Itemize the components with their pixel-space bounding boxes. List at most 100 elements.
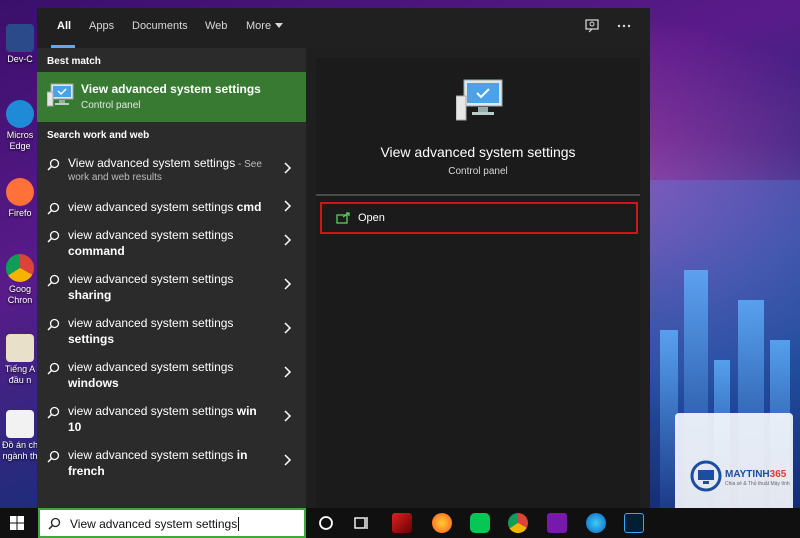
web-result-item[interactable]: view advanced system settings in french <box>37 446 306 490</box>
more-options-icon[interactable] <box>615 18 633 36</box>
tab-all[interactable]: All <box>57 20 71 32</box>
system-settings-icon <box>47 83 74 107</box>
search-icon <box>48 517 61 530</box>
search-tabs: All Apps Documents Web More <box>37 8 650 48</box>
result-bold-text: sharing <box>68 288 112 302</box>
chevron-right-icon <box>284 162 292 174</box>
result-text: view advanced system settings <box>68 316 234 330</box>
web-result-item[interactable]: View advanced system settings - See work… <box>37 154 306 198</box>
result-bold-text: windows <box>68 376 119 390</box>
open-icon <box>336 212 350 224</box>
divider <box>316 194 640 196</box>
tab-apps[interactable]: Apps <box>89 20 114 32</box>
search-value: View advanced system settings <box>70 517 238 531</box>
search-icon <box>47 158 60 171</box>
detail-subtitle: Control panel <box>448 166 508 177</box>
result-text: view advanced system settings <box>68 272 234 286</box>
chevron-down-icon <box>275 23 284 28</box>
result-bold-text: cmd <box>236 200 262 214</box>
search-flyout: All Apps Documents Web More Best match V… <box>37 8 650 508</box>
result-text: view advanced system settings <box>68 360 234 374</box>
chevron-right-icon <box>284 454 292 466</box>
feedback-icon[interactable] <box>583 18 601 36</box>
chevron-right-icon <box>284 278 292 290</box>
best-match-heading: Best match <box>47 56 101 67</box>
taskbar-search-input[interactable]: View advanced system settings <box>38 508 306 538</box>
result-text: view advanced system settings <box>68 228 234 242</box>
photoshop-icon[interactable] <box>624 513 644 533</box>
result-bold-text: win <box>236 404 257 418</box>
onenote-icon[interactable] <box>547 513 567 533</box>
chevron-right-icon <box>284 410 292 422</box>
result-bold-text: in <box>236 448 248 462</box>
chevron-right-icon <box>284 322 292 334</box>
search-icon <box>47 450 60 463</box>
result-bold-text: settings <box>68 332 115 346</box>
watermark-brand-text: MAYTINH <box>725 469 770 480</box>
web-result-item[interactable]: view advanced system settings sharing <box>37 270 306 314</box>
chevron-right-icon <box>284 200 292 212</box>
chevron-right-icon <box>284 366 292 378</box>
open-button[interactable]: Open <box>320 202 638 234</box>
open-label: Open <box>358 212 385 224</box>
windows-start-icon[interactable] <box>10 516 24 530</box>
document-icon <box>6 334 34 362</box>
edge-icon[interactable] <box>586 513 606 533</box>
search-icon <box>47 406 60 419</box>
tab-more[interactable]: More <box>246 20 284 32</box>
web-result-item[interactable]: view advanced system settings win 10 <box>37 402 306 446</box>
tab-documents[interactable]: Documents <box>132 20 188 32</box>
detail-title: View advanced system settings <box>380 144 576 160</box>
watermark-tagline: Chia sẻ & Thủ thuật Máy tính <box>725 481 790 487</box>
pdf-icon <box>6 410 34 438</box>
chrome-icon[interactable] <box>508 513 528 533</box>
chevron-right-icon <box>284 234 292 246</box>
result-text: view advanced system settings <box>68 200 237 214</box>
result-text: View advanced system settings <box>68 156 236 170</box>
result-bold-text: 10 <box>68 420 82 434</box>
watermark-brand-number: 365 <box>769 469 787 480</box>
results-pane: Best match View advanced system settings… <box>37 48 306 508</box>
best-match-subtitle: Control panel <box>81 100 141 111</box>
result-suffix: - See <box>235 159 262 170</box>
result-bold-text: command <box>68 244 125 258</box>
desktop-icon-edge[interactable]: Micros Edge <box>0 100 40 152</box>
task-view-icon[interactable] <box>352 513 372 533</box>
result-bold-text: french <box>68 464 105 478</box>
devc-icon <box>6 24 34 52</box>
chrome-icon <box>6 254 34 282</box>
web-result-item[interactable]: view advanced system settings windows <box>37 358 306 402</box>
search-icon <box>47 318 60 331</box>
best-match-title: View advanced system settings <box>81 82 261 96</box>
desktop-icon-chrome[interactable]: Goog Chron <box>0 254 40 306</box>
search-icon <box>47 202 60 215</box>
firefox-icon <box>6 178 34 206</box>
watermark-brand: MAYTINH365 <box>725 469 786 480</box>
tab-web[interactable]: Web <box>205 20 227 32</box>
search-icon <box>47 230 60 243</box>
cortana-icon[interactable] <box>316 513 336 533</box>
web-result-item[interactable]: view advanced system settings command <box>37 226 306 270</box>
result-subtext: work and web results <box>68 172 162 183</box>
desktop-icon-firefox[interactable]: Firefo <box>0 178 40 219</box>
taskbar: View advanced system settings <box>0 508 800 538</box>
result-text: view advanced system settings <box>68 404 237 418</box>
edge-icon <box>6 100 34 128</box>
best-match-item[interactable]: View advanced system settings Control pa… <box>37 72 306 122</box>
desktop-icon-file1[interactable]: Tiếng A đầu n <box>0 334 40 386</box>
search-icon <box>47 274 60 287</box>
app-icon[interactable] <box>392 513 412 533</box>
system-settings-icon <box>456 79 503 121</box>
firefox-icon[interactable] <box>432 513 452 533</box>
search-web-heading: Search work and web <box>47 130 150 141</box>
desktop-icon-file2[interactable]: Đồ án ch ngành th <box>0 410 40 462</box>
web-result-item[interactable]: view advanced system settings settings <box>37 314 306 358</box>
tab-more-label: More <box>246 20 272 32</box>
maytinh365-logo-icon <box>690 460 722 492</box>
result-text: view advanced system settings <box>68 448 237 462</box>
text-caret <box>238 517 240 531</box>
detail-pane: View advanced system settings Control pa… <box>316 58 640 508</box>
line-icon[interactable] <box>470 513 490 533</box>
search-icon <box>47 362 60 375</box>
desktop-icon-devc[interactable]: Dev-C <box>0 24 40 65</box>
